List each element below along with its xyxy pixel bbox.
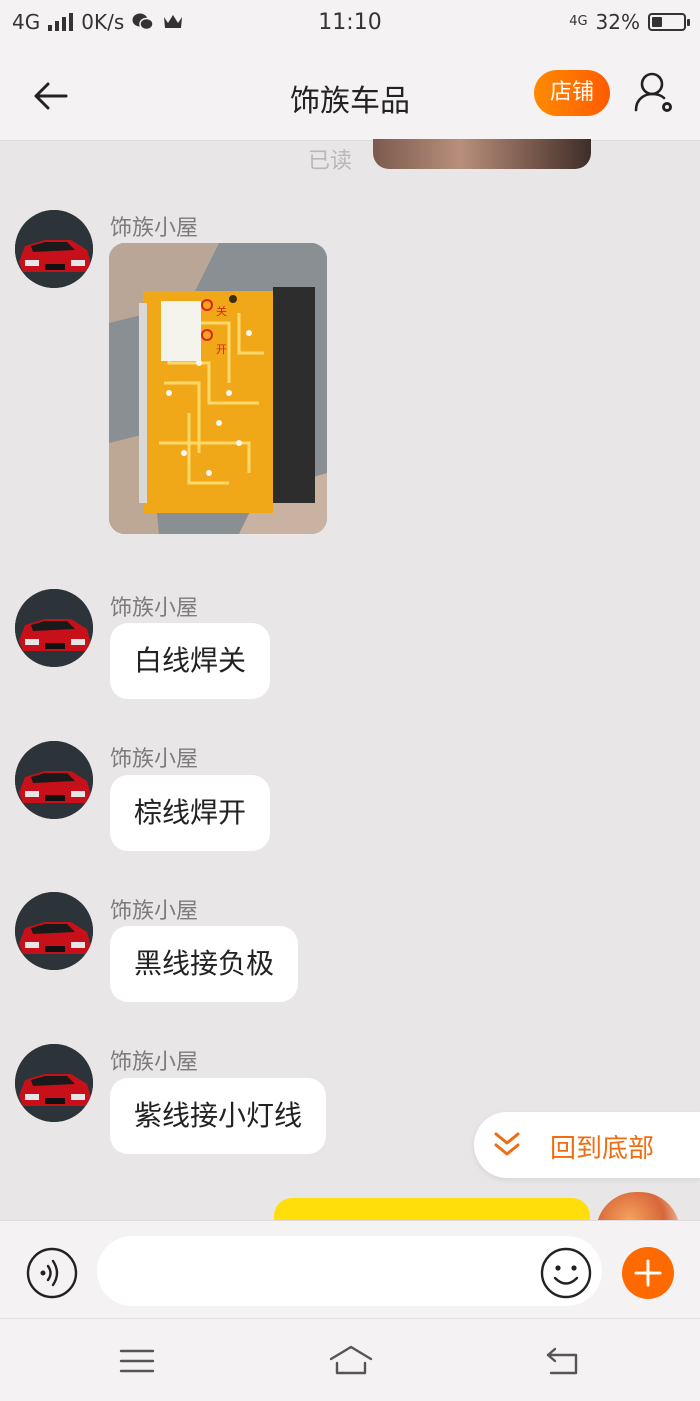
circuit-board-photo[interactable]: 关 开	[109, 243, 327, 534]
sender-name: 饰族小屋	[110, 747, 199, 772]
sender-name: 饰族小屋	[110, 216, 199, 241]
car-avatar-icon	[15, 1044, 93, 1122]
chat-header: 饰族车品 店铺	[0, 48, 700, 141]
battery-fill	[652, 17, 662, 27]
message-bubble[interactable]: 白线焊关	[110, 623, 271, 699]
back-icon[interactable]	[543, 1343, 583, 1379]
back-to-bottom-button[interactable]: 回到底部	[474, 1112, 700, 1178]
read-status: 已读	[308, 149, 353, 174]
double-chevron-down-icon	[494, 1132, 520, 1156]
car-avatar-icon	[15, 589, 93, 667]
status-bar: 4G 0K/s 11:10 4G 32%	[0, 0, 700, 48]
menu-icon[interactable]	[117, 1343, 157, 1379]
label-on: 开	[216, 343, 227, 356]
car-avatar-icon	[15, 210, 93, 288]
voice-icon[interactable]	[26, 1247, 78, 1299]
avatar[interactable]	[15, 741, 93, 819]
plus-button[interactable]	[622, 1247, 674, 1299]
input-bar	[0, 1220, 700, 1319]
avatar[interactable]	[15, 210, 93, 288]
system-nav-bar	[0, 1318, 700, 1401]
car-avatar-icon	[15, 892, 93, 970]
sent-image-thumbnail[interactable]	[373, 139, 591, 169]
message-bubble[interactable]: 黑线接负极	[110, 926, 299, 1002]
battery-icon	[648, 13, 690, 31]
car-avatar-icon	[15, 741, 93, 819]
back-to-bottom-label: 回到底部	[550, 1134, 655, 1164]
message-input[interactable]	[97, 1236, 602, 1306]
message-bubble[interactable]: 紫线接小灯线	[110, 1078, 327, 1154]
avatar[interactable]	[15, 589, 93, 667]
avatar[interactable]	[15, 892, 93, 970]
user-settings-icon[interactable]	[632, 70, 678, 118]
label-off: 关	[216, 304, 227, 318]
shop-button[interactable]: 店铺	[534, 70, 610, 116]
emoji-icon[interactable]	[540, 1247, 592, 1299]
home-icon[interactable]	[328, 1343, 374, 1379]
sender-name: 饰族小屋	[110, 596, 199, 621]
sender-name: 饰族小屋	[110, 1050, 199, 1075]
message-bubble[interactable]: 棕线焊开	[110, 775, 271, 851]
plus-icon	[634, 1259, 662, 1287]
status-right: 4G 32%	[569, 10, 690, 34]
network-type-icon: 4G	[569, 14, 588, 29]
sender-name: 饰族小屋	[110, 899, 199, 924]
battery-percent: 32%	[595, 10, 640, 34]
avatar[interactable]	[15, 1044, 93, 1122]
